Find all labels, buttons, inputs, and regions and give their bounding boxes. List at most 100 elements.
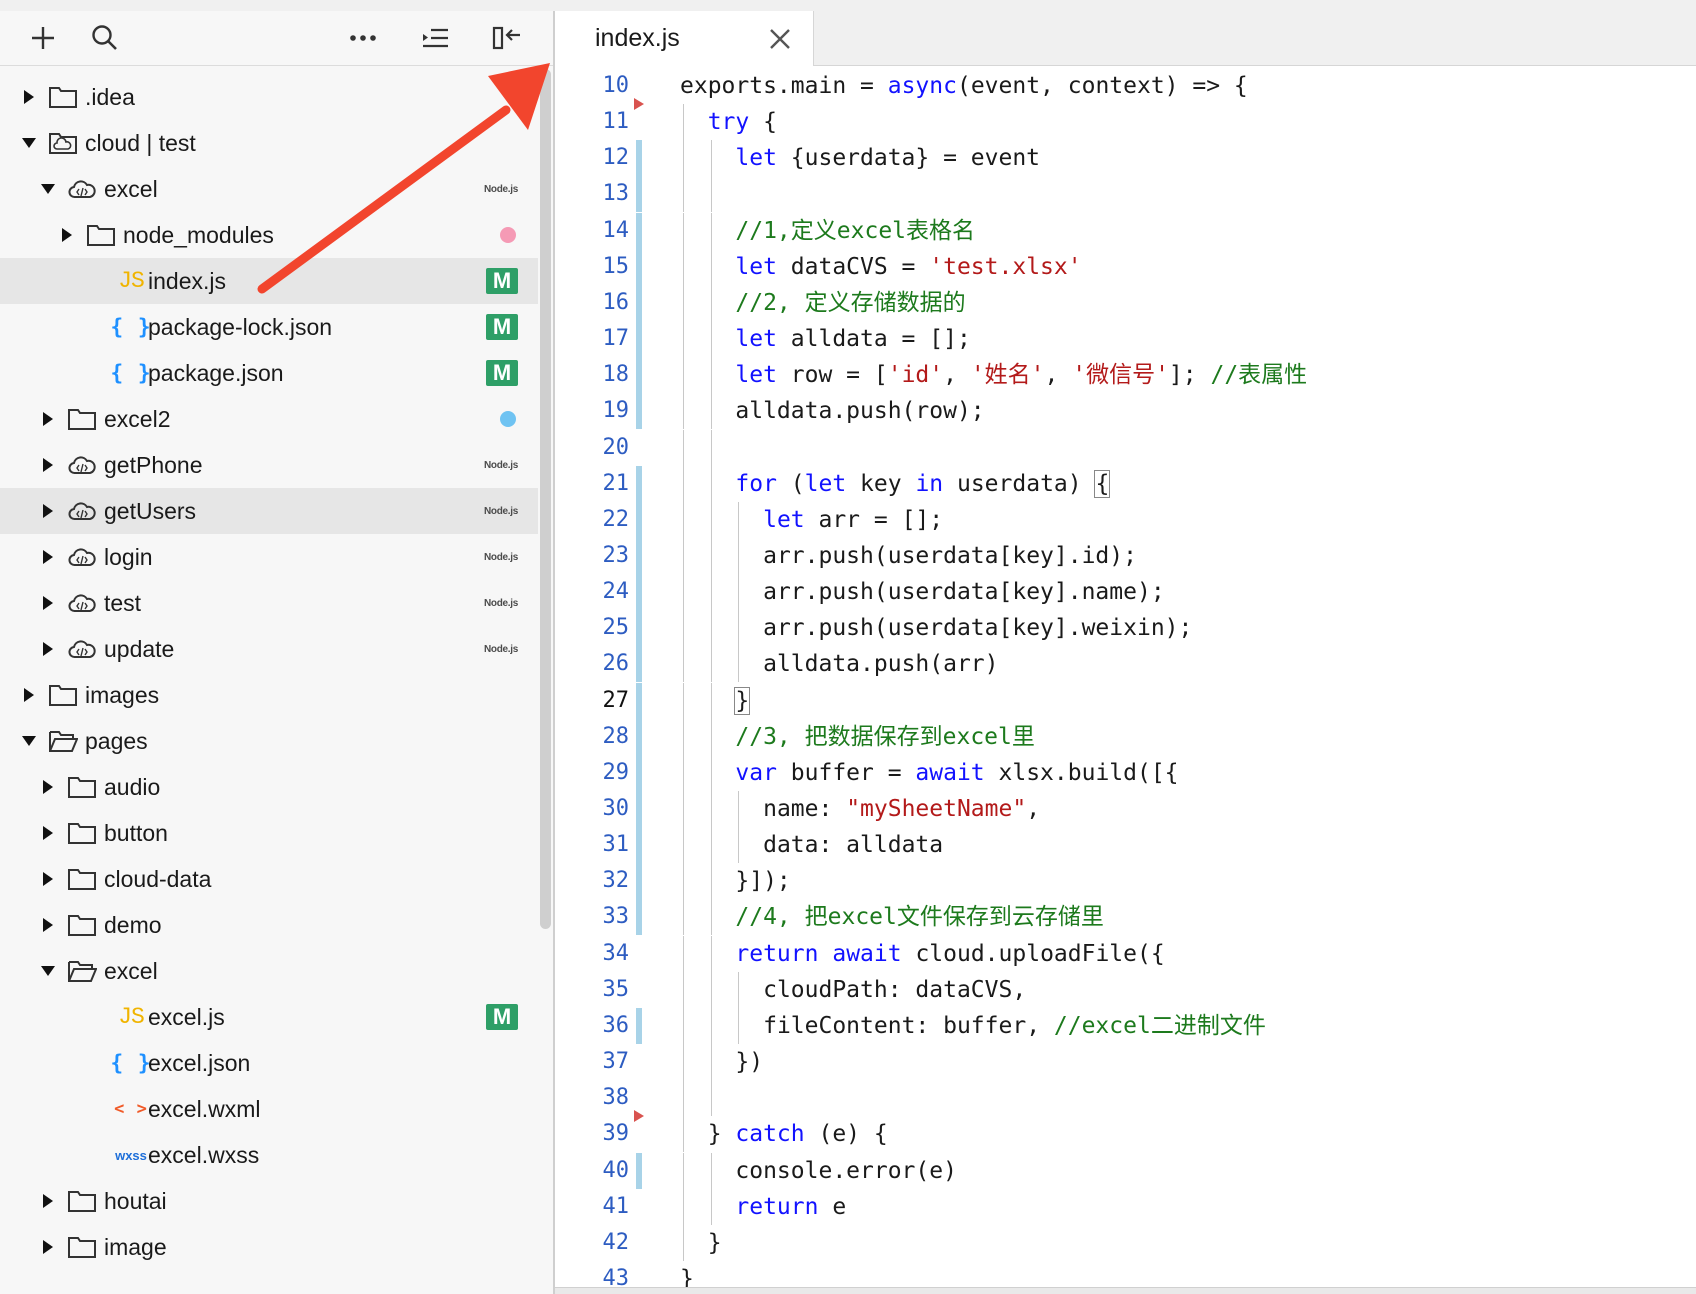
caret-right-icon[interactable] xyxy=(41,780,55,794)
code-line[interactable]: 14 //1,定义excel表格名 xyxy=(555,212,1696,249)
tree-row[interactable]: pages xyxy=(0,718,538,764)
tree-item-label: index.js xyxy=(148,267,226,294)
tree-row[interactable]: test Node.js xyxy=(0,580,538,626)
caret-right-icon[interactable] xyxy=(41,596,55,610)
caret-down-icon[interactable] xyxy=(41,182,55,196)
tree-row[interactable]: { } package-lock.json M xyxy=(0,304,538,350)
code-line[interactable]: 21 for (let key in userdata) { xyxy=(555,465,1696,502)
code-line[interactable]: 19 alldata.push(row); xyxy=(555,393,1696,430)
fold-arrow-icon[interactable] xyxy=(634,1110,644,1123)
tree-row[interactable]: JS excel.js M xyxy=(0,994,538,1040)
plus-icon[interactable] xyxy=(26,21,60,55)
code-line[interactable]: 18 let row = ['id', '姓名', '微信号']; //表属性 xyxy=(555,357,1696,394)
scrollbar-thumb[interactable] xyxy=(540,69,551,929)
more-icon[interactable] xyxy=(346,21,380,55)
collapse-panel-icon[interactable] xyxy=(490,21,524,55)
tree-row[interactable]: excel xyxy=(0,948,538,994)
tree-row[interactable]: wxss excel.wxss xyxy=(0,1132,538,1178)
sidebar-scrollbar[interactable] xyxy=(538,69,553,929)
close-icon[interactable] xyxy=(767,26,793,52)
code-line[interactable]: 12 let {userdata} = event xyxy=(555,140,1696,177)
indent-guide xyxy=(710,863,712,900)
tree-row[interactable]: excel2 xyxy=(0,396,538,442)
code-token: var xyxy=(735,759,777,786)
code-line[interactable]: 27} xyxy=(555,682,1696,719)
code-line[interactable]: 30 name: "mySheetName", xyxy=(555,791,1696,827)
code-line[interactable]: 36 fileContent: buffer, //excel二进制文件 xyxy=(555,1007,1696,1044)
code-line[interactable]: 35 cloudPath: dataCVS, xyxy=(555,971,1696,1008)
caret-down-icon[interactable] xyxy=(22,734,36,748)
tree-row[interactable]: images xyxy=(0,672,538,718)
code-line[interactable]: 25 arr.push(userdata[key].weixin); xyxy=(555,610,1696,647)
code-line[interactable]: 33 //4, 把excel文件保存到云存储里 xyxy=(555,899,1696,936)
tree-row[interactable]: .idea xyxy=(0,74,538,120)
tree-row[interactable]: login Node.js xyxy=(0,534,538,580)
tree-row[interactable]: { } excel.json xyxy=(0,1040,538,1086)
code-line[interactable]: 15 let dataCVS = 'test.xlsx' xyxy=(555,248,1696,285)
code-line[interactable]: 24 arr.push(userdata[key].name); xyxy=(555,574,1696,611)
caret-right-icon[interactable] xyxy=(41,872,55,886)
tree-row[interactable]: JS index.js M xyxy=(0,258,538,304)
code-line[interactable]: 22 let arr = []; xyxy=(555,501,1696,538)
line-number: 29 xyxy=(602,759,630,785)
caret-right-icon[interactable] xyxy=(41,458,55,472)
code-line[interactable]: 29 var buffer = await xlsx.build([{ xyxy=(555,754,1696,791)
caret-right-icon[interactable] xyxy=(41,918,55,932)
change-marker xyxy=(636,357,642,394)
code-line[interactable]: 11 try { xyxy=(555,98,1696,141)
caret-right-icon[interactable] xyxy=(60,228,74,242)
code-line[interactable]: 26 alldata.push(arr) xyxy=(555,646,1696,683)
caret-down-icon[interactable] xyxy=(22,136,36,150)
code-area[interactable]: 10 exports.main = async(event, context) =… xyxy=(555,66,1696,1294)
code-line[interactable]: 17 let alldata = []; xyxy=(555,321,1696,358)
fold-arrow-icon[interactable] xyxy=(634,98,644,111)
tree-row[interactable]: cloud-data xyxy=(0,856,538,902)
code-token: arr = []; xyxy=(804,506,944,533)
tree-row[interactable]: demo xyxy=(0,902,538,948)
tree-row[interactable]: node_modules xyxy=(0,212,538,258)
nodejs-badge: Node.js xyxy=(484,183,519,195)
caret-right-icon[interactable] xyxy=(41,550,55,564)
code-line[interactable]: 38 xyxy=(555,1080,1696,1117)
code-line[interactable]: 41 return e xyxy=(555,1188,1696,1225)
search-icon[interactable] xyxy=(88,21,122,55)
tree-row[interactable]: getUsers Node.js xyxy=(0,488,538,534)
code-line[interactable]: 34 return await cloud.uploadFile({ xyxy=(555,935,1696,972)
code-line[interactable]: 13 xyxy=(555,176,1696,213)
caret-right-icon[interactable] xyxy=(41,1194,55,1208)
code-line[interactable]: 40 console.error(e) xyxy=(555,1152,1696,1189)
tree-row[interactable]: update Node.js xyxy=(0,626,538,672)
code-line[interactable]: 10 exports.main = async(event, context) =… xyxy=(555,68,1696,104)
code-line[interactable]: 28 //3, 把数据保存到excel里 xyxy=(555,718,1696,755)
tree-row[interactable]: button xyxy=(0,810,538,856)
tree-row[interactable]: image xyxy=(0,1224,538,1270)
tree-row[interactable]: { } package.json M xyxy=(0,350,538,396)
code-line[interactable]: 16 //2, 定义存储数据的 xyxy=(555,284,1696,321)
tree-row[interactable]: < > excel.wxml xyxy=(0,1086,538,1132)
caret-down-icon[interactable] xyxy=(41,964,55,978)
change-marker xyxy=(636,465,642,502)
caret-right-icon[interactable] xyxy=(41,1240,55,1254)
tree-item-label: login xyxy=(104,543,153,570)
code-line[interactable]: 23 arr.push(userdata[key].id); xyxy=(555,537,1696,574)
code-line[interactable]: 20 xyxy=(555,429,1696,466)
code-line[interactable]: 39} catch (e) { xyxy=(555,1110,1696,1153)
tab-index-js[interactable]: index.js xyxy=(555,11,814,66)
indent-guide xyxy=(710,429,712,466)
code-line[interactable]: 42} xyxy=(555,1224,1696,1261)
caret-right-icon[interactable] xyxy=(22,688,36,702)
tree-row[interactable]: audio xyxy=(0,764,538,810)
caret-right-icon[interactable] xyxy=(41,826,55,840)
outline-icon[interactable] xyxy=(418,21,452,55)
tree-row[interactable]: getPhone Node.js xyxy=(0,442,538,488)
tree-row[interactable]: excel Node.js xyxy=(0,166,538,212)
caret-right-icon[interactable] xyxy=(41,642,55,656)
code-line[interactable]: 32}]); xyxy=(555,863,1696,900)
code-line[interactable]: 37}) xyxy=(555,1044,1696,1081)
tree-row[interactable]: houtai xyxy=(0,1178,538,1224)
caret-right-icon[interactable] xyxy=(41,504,55,518)
caret-right-icon[interactable] xyxy=(41,412,55,426)
tree-row[interactable]: cloud | test xyxy=(0,120,538,166)
caret-right-icon[interactable] xyxy=(22,90,36,104)
code-line[interactable]: 31 data: alldata xyxy=(555,827,1696,864)
